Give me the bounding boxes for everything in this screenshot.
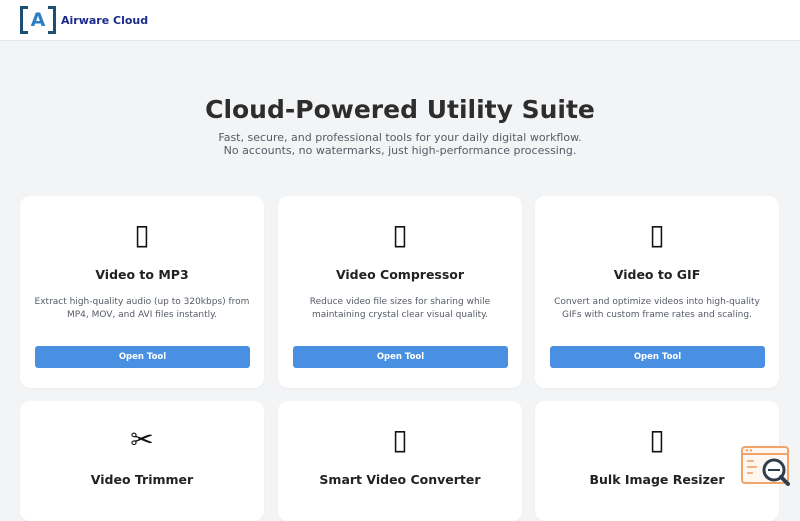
- missing-glyph-icon: ▯: [392, 423, 408, 456]
- page-subtitle: Fast, secure, and professional tools for…: [0, 131, 800, 157]
- tool-card-video-compressor: ▯ Video Compressor Reduce video file siz…: [278, 196, 522, 388]
- missing-glyph-icon: ▯: [392, 218, 408, 251]
- logo-bracket-left: [20, 6, 28, 34]
- tool-description: Extract high-quality audio (up to 320kbp…: [34, 297, 250, 320]
- scissors-icon: ✂: [130, 423, 154, 456]
- code-search-icon: [741, 446, 790, 486]
- tool-card-smart-video-converter: ▯ Smart Video Converter: [278, 401, 522, 521]
- tool-description: Convert and optimize videos into high-qu…: [554, 297, 760, 320]
- tool-title: Video Compressor: [335, 267, 465, 282]
- logo-letter: A: [30, 8, 46, 31]
- airware-logo-icon[interactable]: A: [20, 6, 56, 34]
- tool-title: Smart Video Converter: [319, 472, 481, 487]
- tool-title: Video Trimmer: [90, 472, 194, 487]
- floating-search-code-button[interactable]: [741, 446, 791, 490]
- tool-description: Reduce video file sizes for sharing whil…: [309, 297, 491, 320]
- missing-glyph-icon: ▯: [134, 218, 150, 251]
- tool-card-video-to-gif: ▯ Video to GIF Convert and optimize vide…: [535, 196, 779, 388]
- subtitle-line-1: Fast, secure, and professional tools for…: [218, 131, 582, 144]
- open-tool-button[interactable]: Open Tool: [35, 346, 250, 368]
- tool-title: Video to MP3: [95, 267, 189, 282]
- missing-glyph-icon: ▯: [649, 218, 665, 251]
- tool-card-video-to-mp3: ▯ Video to MP3 Extract high-quality audi…: [20, 196, 264, 388]
- brand-name[interactable]: Airware Cloud: [61, 14, 148, 27]
- page-title: Cloud-Powered Utility Suite: [205, 95, 595, 124]
- tool-title: Video to GIF: [613, 267, 701, 282]
- subtitle-line-2: No accounts, no watermarks, just high-pe…: [223, 144, 577, 157]
- top-header: A Airware Cloud: [0, 0, 800, 41]
- open-tool-button[interactable]: Open Tool: [293, 346, 508, 368]
- tool-card-video-trimmer: ✂ Video Trimmer: [20, 401, 264, 521]
- logo-bracket-right: [48, 6, 56, 34]
- open-tool-button[interactable]: Open Tool: [550, 346, 765, 368]
